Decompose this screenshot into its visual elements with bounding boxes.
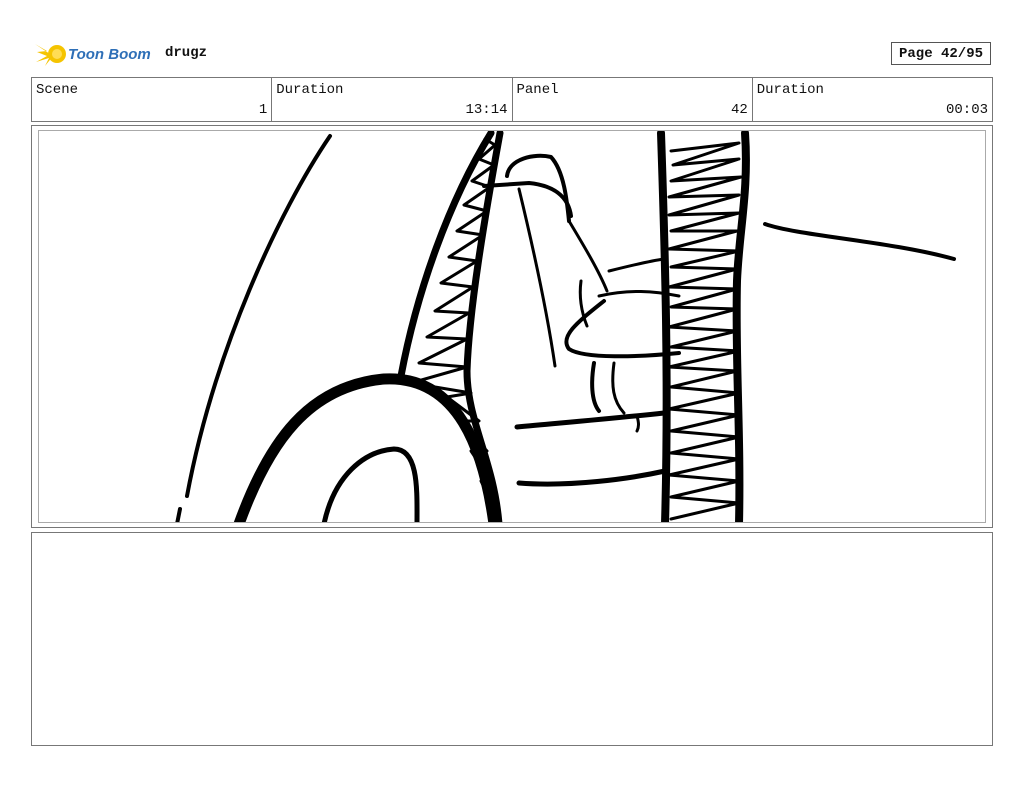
storyboard-panel-image [38, 130, 986, 523]
scene-duration-label: Duration [276, 82, 344, 98]
storyboard-panel-frame [31, 125, 993, 528]
panel-sketch [175, 131, 956, 522]
panel-cell: Panel 42 [513, 78, 753, 121]
page-indicator: Page 42/95 [891, 42, 991, 65]
scene-cell: Scene 1 [32, 78, 273, 121]
logo-wordmark: Toon Boom [68, 46, 151, 63]
scene-duration-value: 13:14 [465, 102, 508, 118]
scene-label: Scene [36, 82, 79, 98]
panel-duration-cell: Duration 00:03 [753, 78, 992, 121]
scene-value: 1 [258, 102, 268, 118]
panel-info-row: Scene 1 Duration 13:14 Panel 42 Duration… [31, 77, 993, 122]
panel-notes-area [31, 532, 993, 746]
panel-label: Panel [516, 82, 559, 98]
panel-value: 42 [730, 102, 748, 118]
toon-boom-logo-icon: Toon Boom [35, 44, 151, 66]
panel-duration-value: 00:03 [945, 102, 988, 118]
scene-duration-cell: Duration 13:14 [272, 78, 513, 121]
panel-duration-label: Duration [756, 82, 824, 98]
project-name: drugz [165, 45, 208, 61]
toon-boom-logo: Toon Boom [33, 38, 158, 70]
